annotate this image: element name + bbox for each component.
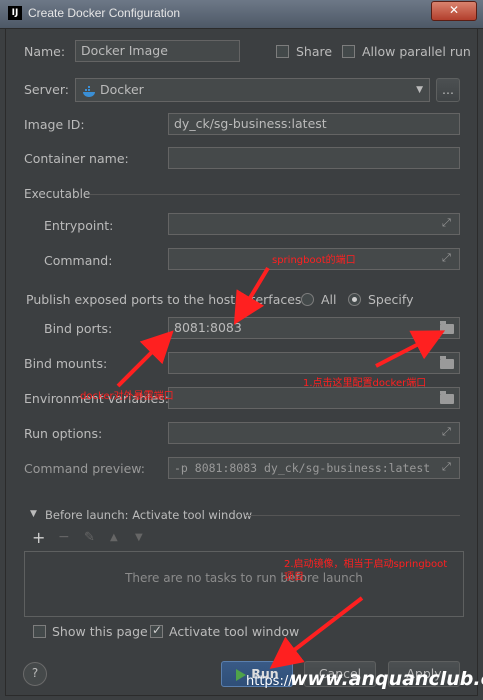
activate-tool-window-label: Activate tool window [169,624,300,639]
collapse-triangle-icon[interactable]: ▼ [30,509,37,519]
command-label: Command: [44,253,113,268]
bind-ports-label: Bind ports: [44,321,113,336]
image-id-field[interactable]: dy_ck/sg-business:latest [168,113,460,135]
folder-icon[interactable] [440,321,454,334]
executable-section-title: Executable [24,187,91,201]
run-options-field[interactable] [168,422,460,444]
edit-task-icon[interactable]: ✎ [84,530,95,545]
show-page-checkbox[interactable] [33,625,46,638]
expand-icon[interactable]: ⤢ [442,251,479,265]
entrypoint-field[interactable] [168,213,460,235]
docker-icon [82,83,96,97]
expand-icon[interactable]: ⤢ [442,216,479,230]
server-more-button[interactable]: ... [436,78,460,102]
bind-mounts-label: Bind mounts: [24,356,108,371]
publish-all-label: All [321,292,337,307]
command-preview-field: -p 8081:8083 dy_ck/sg-business:latest [168,457,460,479]
parallel-run-label: Allow parallel run [362,44,471,59]
expand-icon[interactable]: ⤢ [442,460,479,474]
title-bar: IJ Create Docker Configuration ✕ [0,0,483,29]
window-title: Create Docker Configuration [28,6,181,20]
share-label: Share [296,44,333,59]
watermark: www.anquanclub.cn [290,668,483,690]
empty-task-text: There are no tasks to run before launch [125,571,363,585]
annotation-springboot-port: springboot的端口 [272,255,356,266]
server-select[interactable]: Docker ▼ [75,78,430,102]
name-label: Name: [24,44,66,59]
bind-mounts-field[interactable] [168,352,460,374]
share-checkbox[interactable] [276,45,289,58]
run-options-label: Run options: [24,426,103,441]
publish-specify-radio[interactable] [348,293,361,306]
annotation-start-image: 2.启动镜像，相当于启动springboot [284,559,448,570]
chevron-down-icon: ▼ [416,85,423,95]
parallel-run-checkbox[interactable] [342,45,355,58]
entrypoint-label: Entrypoint: [44,218,114,233]
intellij-icon: IJ [8,6,22,20]
folder-icon[interactable] [440,356,454,369]
close-button[interactable]: ✕ [431,1,477,21]
executable-divider [90,194,460,195]
help-button[interactable]: ? [23,662,47,686]
command-preview-label: Command preview: [24,461,146,476]
watermark-prefix: https:// [246,674,293,689]
name-field[interactable]: Docker Image [75,40,240,62]
move-up-icon[interactable]: ▲ [110,532,118,543]
before-launch-title: Before launch: Activate tool window [45,508,253,522]
container-name-label: Container name: [24,151,129,166]
server-label: Server: [24,82,69,97]
play-icon [236,669,246,681]
expand-icon[interactable]: ⤢ [442,425,479,439]
activate-tool-window-checkbox[interactable] [150,623,163,638]
annotation-click-here: 1.点击这里配置docker端口 [303,378,427,389]
bind-ports-field[interactable]: 8081:8083 [168,317,460,339]
publish-all-radio[interactable] [301,293,314,306]
folder-icon[interactable] [440,391,454,404]
before-launch-divider [245,515,460,516]
remove-task-icon[interactable]: − [58,529,70,545]
server-value: Docker [100,82,144,97]
add-task-icon[interactable]: + [32,528,45,547]
image-id-label: Image ID: [24,117,85,132]
annotation-start-image-2: 项目 [284,572,304,583]
publish-specify-label: Specify [368,292,414,307]
annotation-docker-exposed: docker对外暴露端口 [80,391,174,402]
container-name-field[interactable] [168,147,460,169]
publish-ports-label: Publish exposed ports to the host interf… [26,292,306,307]
show-page-label: Show this page [52,624,148,639]
move-down-icon[interactable]: ▼ [135,532,143,543]
env-vars-field[interactable] [168,387,460,409]
